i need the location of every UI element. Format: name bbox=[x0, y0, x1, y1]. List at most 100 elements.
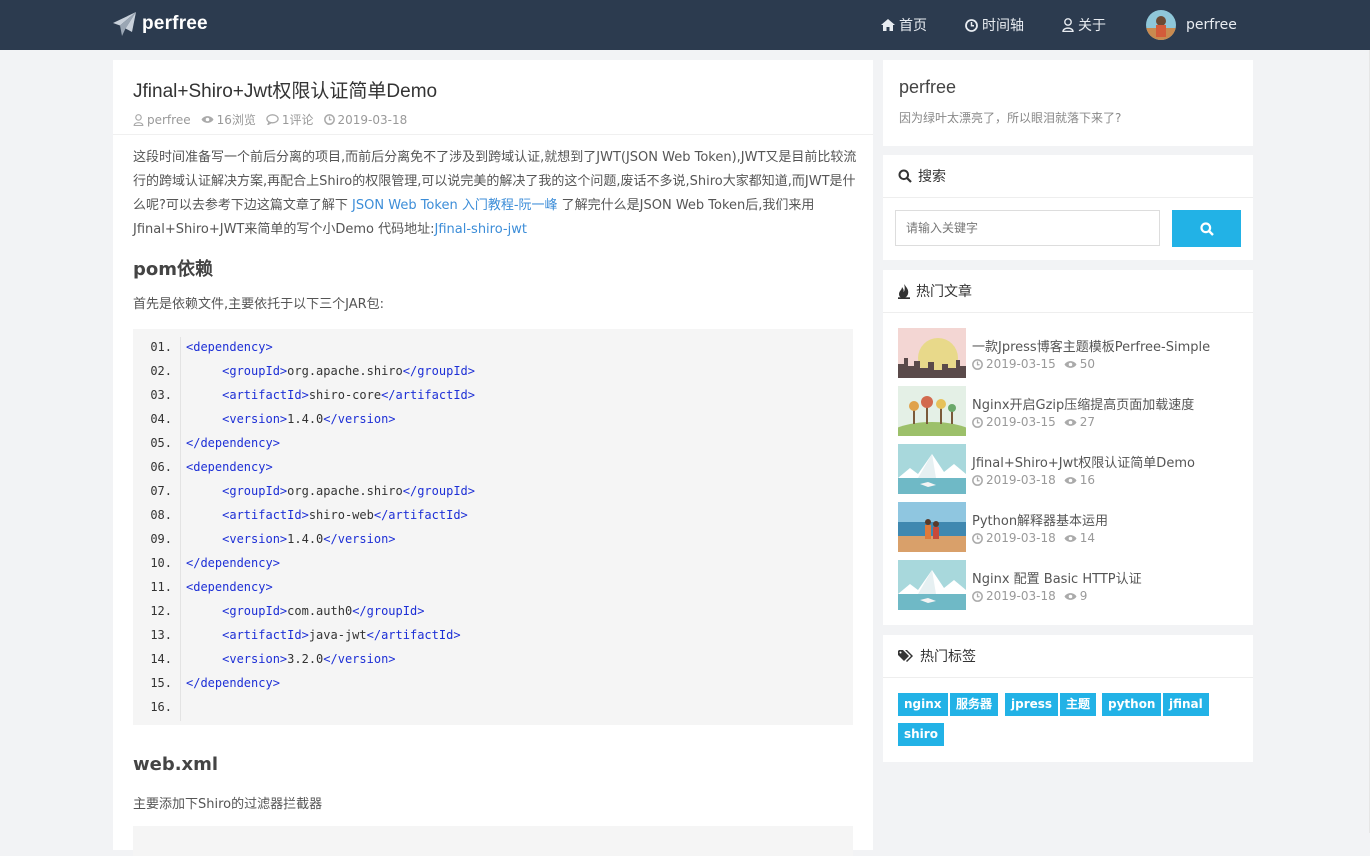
post-intro: 这段时间准备写一个前后分离的项目,而前后分离免不了涉及到跨域认证,就想到了JWT… bbox=[133, 146, 857, 242]
code-line: 11. <dependency> bbox=[133, 575, 853, 599]
hot-article-title[interactable]: 一款Jpress博客主题模板Perfree-Simple bbox=[972, 336, 1210, 355]
search-icon bbox=[1199, 221, 1214, 236]
article-thumbnail[interactable] bbox=[898, 502, 966, 552]
nav-about[interactable]: 关于 bbox=[1062, 15, 1106, 35]
search-card: 搜索 bbox=[883, 155, 1253, 260]
code-text: <artifactId>shiro-core</artifactId> bbox=[222, 388, 475, 402]
code-text: </dependency> bbox=[186, 676, 280, 690]
code-line: 06. <dependency> bbox=[133, 455, 853, 479]
search-card-header: 搜索 bbox=[898, 155, 946, 197]
hot-article-item[interactable]: Nginx开启Gzip压缩提高页面加载速度 2019-03-15 27 bbox=[898, 386, 1238, 436]
nav-about-label: 关于 bbox=[1078, 18, 1106, 34]
brand-logo-link[interactable]: perfree bbox=[112, 11, 208, 37]
hot-article-meta: 2019-03-18 16 bbox=[972, 473, 1095, 487]
hot-article-meta: 2019-03-15 27 bbox=[972, 415, 1095, 429]
tag-4[interactable]: python bbox=[1102, 693, 1162, 716]
hot-article-item[interactable]: Jfinal+Shiro+Jwt权限认证简单Demo 2019-03-18 16 bbox=[898, 444, 1238, 494]
tag-1[interactable]: 服务器 bbox=[950, 693, 999, 716]
code-block-2[interactable] bbox=[133, 826, 853, 856]
hot-article-item[interactable]: Nginx 配置 Basic HTTP认证 2019-03-18 9 bbox=[898, 560, 1238, 610]
hot-article-title[interactable]: Python解释器基本运用 bbox=[972, 510, 1108, 529]
hot-article-meta: 2019-03-15 50 bbox=[972, 357, 1095, 371]
post-date-text: 2019-03-18 bbox=[337, 112, 408, 127]
hot-article-meta: 2019-03-18 9 bbox=[972, 589, 1087, 603]
tag-5[interactable]: jfinal bbox=[1163, 693, 1209, 716]
hot-article-title[interactable]: Nginx 配置 Basic HTTP认证 bbox=[972, 568, 1142, 587]
section-text-filter: 主要添加下Shiro的过滤器拦截器 bbox=[133, 797, 323, 812]
code-text: <artifactId>shiro-web</artifactId> bbox=[222, 508, 468, 522]
hot-article-title[interactable]: Nginx开启Gzip压缩提高页面加载速度 bbox=[972, 394, 1194, 413]
post-title: Jfinal+Shiro+Jwt权限认证简单Demo bbox=[133, 81, 438, 102]
article-thumbnail[interactable] bbox=[898, 386, 966, 436]
line-number: 16. bbox=[150, 700, 172, 714]
fire-icon bbox=[898, 283, 910, 299]
nav-user-menu[interactable]: perfree bbox=[1146, 10, 1237, 40]
hot-article-item[interactable]: 一款Jpress博客主题模板Perfree-Simple 2019-03-15 50 bbox=[898, 328, 1238, 378]
code-text: <version>1.4.0</version> bbox=[222, 532, 396, 546]
code-text: <artifactId>java-jwt</artifactId> bbox=[222, 628, 461, 642]
hot-article-views: 27 bbox=[1079, 415, 1096, 429]
jwt-tutorial-link[interactable]: JSON Web Token 入门教程-阮一峰 bbox=[352, 198, 557, 213]
hot-article-meta: 2019-03-18 14 bbox=[972, 531, 1095, 545]
code-text: <groupId>org.apache.shiro</groupId> bbox=[222, 364, 475, 378]
avatar bbox=[1146, 10, 1176, 40]
code-text: <version>3.2.0</version> bbox=[222, 652, 396, 666]
hot-article-item[interactable]: Python解释器基本运用 2019-03-18 14 bbox=[898, 502, 1238, 552]
article-thumbnail[interactable] bbox=[898, 444, 966, 494]
profile-card: perfree 因为绿叶太漂亮了，所以眼泪就落下来了? bbox=[883, 60, 1253, 146]
eye-icon bbox=[1064, 534, 1077, 542]
hot-tags-card: 热门标签 nginx 服务器 jpress 主题 python jfinal shiro bbox=[883, 635, 1253, 762]
nav-timeline[interactable]: 时间轴 bbox=[965, 15, 1024, 35]
code-block[interactable]: 01. <dependency> 02. <groupId>org.apache.s… bbox=[133, 329, 853, 725]
tags-icon bbox=[898, 650, 913, 662]
line-number: 13. bbox=[150, 628, 172, 642]
hot-article-views: 50 bbox=[1079, 357, 1096, 371]
user-icon bbox=[133, 113, 144, 126]
section-heading-webxml: web.xml bbox=[133, 754, 219, 775]
article-card: Jfinal+Shiro+Jwt权限认证简单Demo perfree 16浏览 … bbox=[113, 60, 873, 856]
code-line: 04. <version>1.4.0</version> bbox=[133, 407, 853, 431]
tag-0[interactable]: nginx bbox=[898, 693, 948, 716]
hot-article-date: 2019-03-18 bbox=[986, 473, 1056, 487]
eye-icon bbox=[1064, 476, 1077, 484]
repo-link[interactable]: Jfinal-shiro-jwt bbox=[435, 222, 527, 237]
tag-3[interactable]: 主题 bbox=[1060, 693, 1097, 716]
code-text: <groupId>org.apache.shiro</groupId> bbox=[222, 484, 475, 498]
post-date: 2019-03-18 bbox=[323, 112, 408, 127]
code-line: 01. <dependency> bbox=[133, 335, 853, 359]
hot-articles-card: 热门文章 一款Jpress博客主题模板Perfree-Simple 2019-03… bbox=[883, 270, 1253, 625]
section-text-dependencies: 首先是依赖文件,主要依托于以下三个JAR包: bbox=[133, 297, 385, 312]
code-line: 08. <artifactId>shiro-web</artifactId> bbox=[133, 503, 853, 527]
line-number: 09. bbox=[150, 532, 172, 546]
clock-icon bbox=[323, 114, 335, 125]
code-text: <dependency> bbox=[186, 580, 273, 594]
code-line: 10. </dependency> bbox=[133, 551, 853, 575]
top-navbar: perfree 首页 时间轴 关于 perfree bbox=[0, 0, 1370, 50]
search-input[interactable] bbox=[895, 210, 1160, 246]
search-card-title: 搜索 bbox=[918, 169, 946, 185]
hot-article-views: 9 bbox=[1079, 589, 1088, 603]
line-number: 12. bbox=[150, 604, 172, 618]
search-icon bbox=[898, 169, 912, 183]
nav-home-label: 首页 bbox=[899, 18, 927, 34]
hot-article-title[interactable]: Jfinal+Shiro+Jwt权限认证简单Demo bbox=[972, 452, 1195, 471]
line-number: 15. bbox=[150, 676, 172, 690]
line-number: 01. bbox=[150, 340, 172, 354]
tag-2[interactable]: jpress bbox=[1005, 693, 1059, 716]
line-number: 03. bbox=[150, 388, 172, 402]
nav-home[interactable]: 首页 bbox=[881, 15, 927, 35]
tag-6[interactable]: shiro bbox=[898, 723, 944, 746]
article-thumbnail[interactable] bbox=[898, 560, 966, 610]
code-text: <version>1.4.0</version> bbox=[222, 412, 396, 426]
article-thumbnail[interactable] bbox=[898, 328, 966, 378]
hot-article-date: 2019-03-15 bbox=[986, 357, 1056, 371]
eye-icon bbox=[201, 116, 214, 123]
search-button[interactable] bbox=[1172, 210, 1241, 247]
post-author-name: perfree bbox=[147, 112, 191, 127]
tags-card-header: 热门标签 bbox=[898, 635, 976, 677]
post-comments-text: 1评论 bbox=[281, 113, 314, 127]
code-text: <groupId>com.auth0</groupId> bbox=[222, 604, 425, 618]
line-number: 02. bbox=[150, 364, 172, 378]
post-views: 16浏览 bbox=[201, 111, 256, 128]
hot-article-views: 16 bbox=[1079, 473, 1096, 487]
